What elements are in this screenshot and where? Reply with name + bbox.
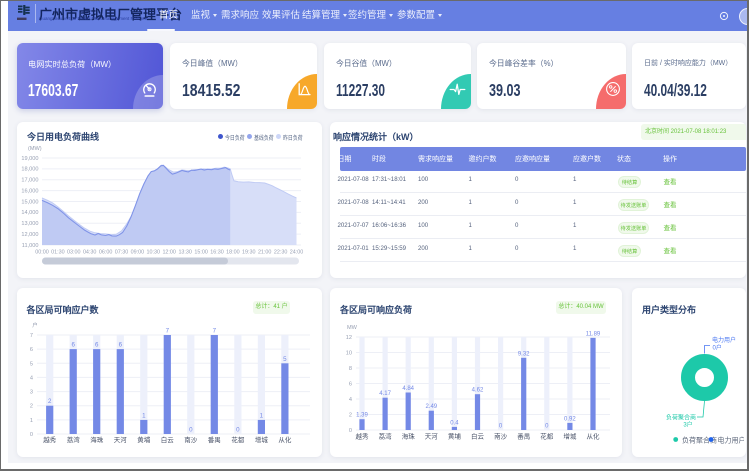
svg-text:9.32: 9.32: [518, 351, 530, 357]
svg-text:0: 0: [189, 427, 193, 434]
svg-text:4: 4: [349, 397, 352, 403]
svg-text:0: 0: [30, 432, 33, 438]
svg-text:番禺: 番禺: [517, 433, 530, 441]
svg-text:增城: 增城: [563, 432, 577, 441]
svg-text:天河: 天河: [114, 436, 128, 444]
svg-text:0.92: 0.92: [564, 416, 576, 422]
svg-text:白云: 白云: [471, 432, 485, 441]
svg-text:7: 7: [213, 328, 217, 335]
svg-text:3户: 3户: [683, 421, 692, 429]
svg-text:1: 1: [142, 412, 146, 419]
svg-text:荔湾: 荔湾: [379, 432, 393, 441]
svg-text:海珠: 海珠: [90, 435, 104, 444]
svg-text:10: 10: [346, 351, 352, 357]
svg-text:6: 6: [119, 342, 123, 349]
svg-text:南沙: 南沙: [184, 435, 198, 444]
svg-text:18,000: 18,000: [21, 167, 38, 173]
svg-text:0: 0: [349, 428, 352, 434]
svg-text:8: 8: [349, 366, 352, 372]
svg-text:5: 5: [30, 361, 33, 367]
svg-text:21:00: 21:00: [258, 250, 272, 256]
svg-text:黄埔: 黄埔: [448, 432, 462, 441]
svg-text:番禺: 番禺: [208, 436, 221, 444]
svg-text:0.4: 0.4: [450, 420, 459, 426]
svg-text:户: 户: [32, 321, 38, 329]
svg-text:6: 6: [95, 342, 99, 349]
svg-text:从化: 从化: [587, 432, 601, 441]
svg-text:3: 3: [30, 390, 33, 396]
svg-text:4.84: 4.84: [402, 386, 414, 392]
svg-text:03:00: 03:00: [67, 250, 81, 256]
svg-text:00:00: 00:00: [35, 250, 49, 256]
svg-text:7: 7: [166, 328, 170, 335]
svg-text:从化: 从化: [278, 435, 292, 444]
svg-text:海珠: 海珠: [402, 432, 416, 441]
svg-text:4.62: 4.62: [472, 388, 484, 394]
svg-text:白云: 白云: [161, 435, 175, 444]
svg-text:7: 7: [30, 333, 33, 339]
svg-text:1: 1: [260, 412, 264, 419]
svg-text:12:00: 12:00: [162, 250, 176, 256]
svg-text:黄埔: 黄埔: [137, 435, 151, 444]
svg-text:6: 6: [30, 347, 33, 353]
svg-text:01:30: 01:30: [51, 250, 65, 256]
svg-text:电力用户: 电力用户: [718, 436, 745, 445]
svg-text:4: 4: [30, 375, 33, 381]
svg-text:2.49: 2.49: [425, 404, 437, 410]
svg-text:15:00: 15:00: [194, 250, 208, 256]
svg-text:1.39: 1.39: [356, 413, 368, 419]
svg-text:2: 2: [48, 398, 52, 405]
svg-text:13,000: 13,000: [21, 221, 38, 227]
svg-text:16,000: 16,000: [21, 188, 38, 194]
svg-text:13:30: 13:30: [178, 250, 192, 256]
svg-text:南沙: 南沙: [494, 432, 508, 441]
svg-text:负荷聚合商: 负荷聚合商: [666, 414, 696, 422]
svg-text:越秀: 越秀: [356, 432, 370, 441]
svg-text:09:00: 09:00: [131, 250, 145, 256]
svg-text:15,000: 15,000: [21, 199, 38, 205]
svg-text:11.89: 11.89: [586, 331, 601, 337]
svg-text:06:00: 06:00: [99, 250, 113, 256]
svg-text:12: 12: [346, 335, 352, 341]
svg-text:12,000: 12,000: [21, 232, 38, 238]
svg-text:1: 1: [30, 418, 33, 424]
svg-text:增城: 增城: [255, 435, 269, 444]
svg-text:越秀: 越秀: [43, 435, 57, 444]
svg-text:17,000: 17,000: [21, 178, 38, 184]
svg-text:19:30: 19:30: [242, 250, 256, 256]
svg-text:19,000: 19,000: [21, 156, 38, 162]
svg-text:MW: MW: [347, 325, 358, 331]
svg-text:11,000: 11,000: [22, 243, 39, 249]
svg-text:电力用户: 电力用户: [712, 336, 736, 344]
svg-text:10:30: 10:30: [147, 250, 161, 256]
svg-text:4.17: 4.17: [379, 391, 391, 397]
svg-text:16:30: 16:30: [210, 250, 224, 256]
svg-text:24:00: 24:00: [290, 250, 304, 256]
svg-text:22:30: 22:30: [274, 250, 288, 256]
svg-text:2: 2: [349, 413, 352, 419]
svg-text:5: 5: [283, 356, 287, 363]
svg-text:0: 0: [236, 427, 240, 434]
svg-text:04:30: 04:30: [83, 250, 97, 256]
svg-text:2: 2: [30, 404, 33, 410]
svg-text:14,000: 14,000: [21, 210, 38, 216]
svg-text:18:00: 18:00: [226, 250, 240, 256]
svg-text:荔湾: 荔湾: [67, 435, 81, 444]
svg-text:花都: 花都: [231, 435, 245, 444]
svg-text:0户: 0户: [713, 344, 722, 352]
svg-text:花都: 花都: [540, 432, 554, 441]
svg-text:07:30: 07:30: [115, 250, 129, 256]
svg-text:6: 6: [349, 382, 352, 388]
svg-text:天河: 天河: [425, 433, 439, 441]
svg-text:6: 6: [71, 342, 75, 349]
